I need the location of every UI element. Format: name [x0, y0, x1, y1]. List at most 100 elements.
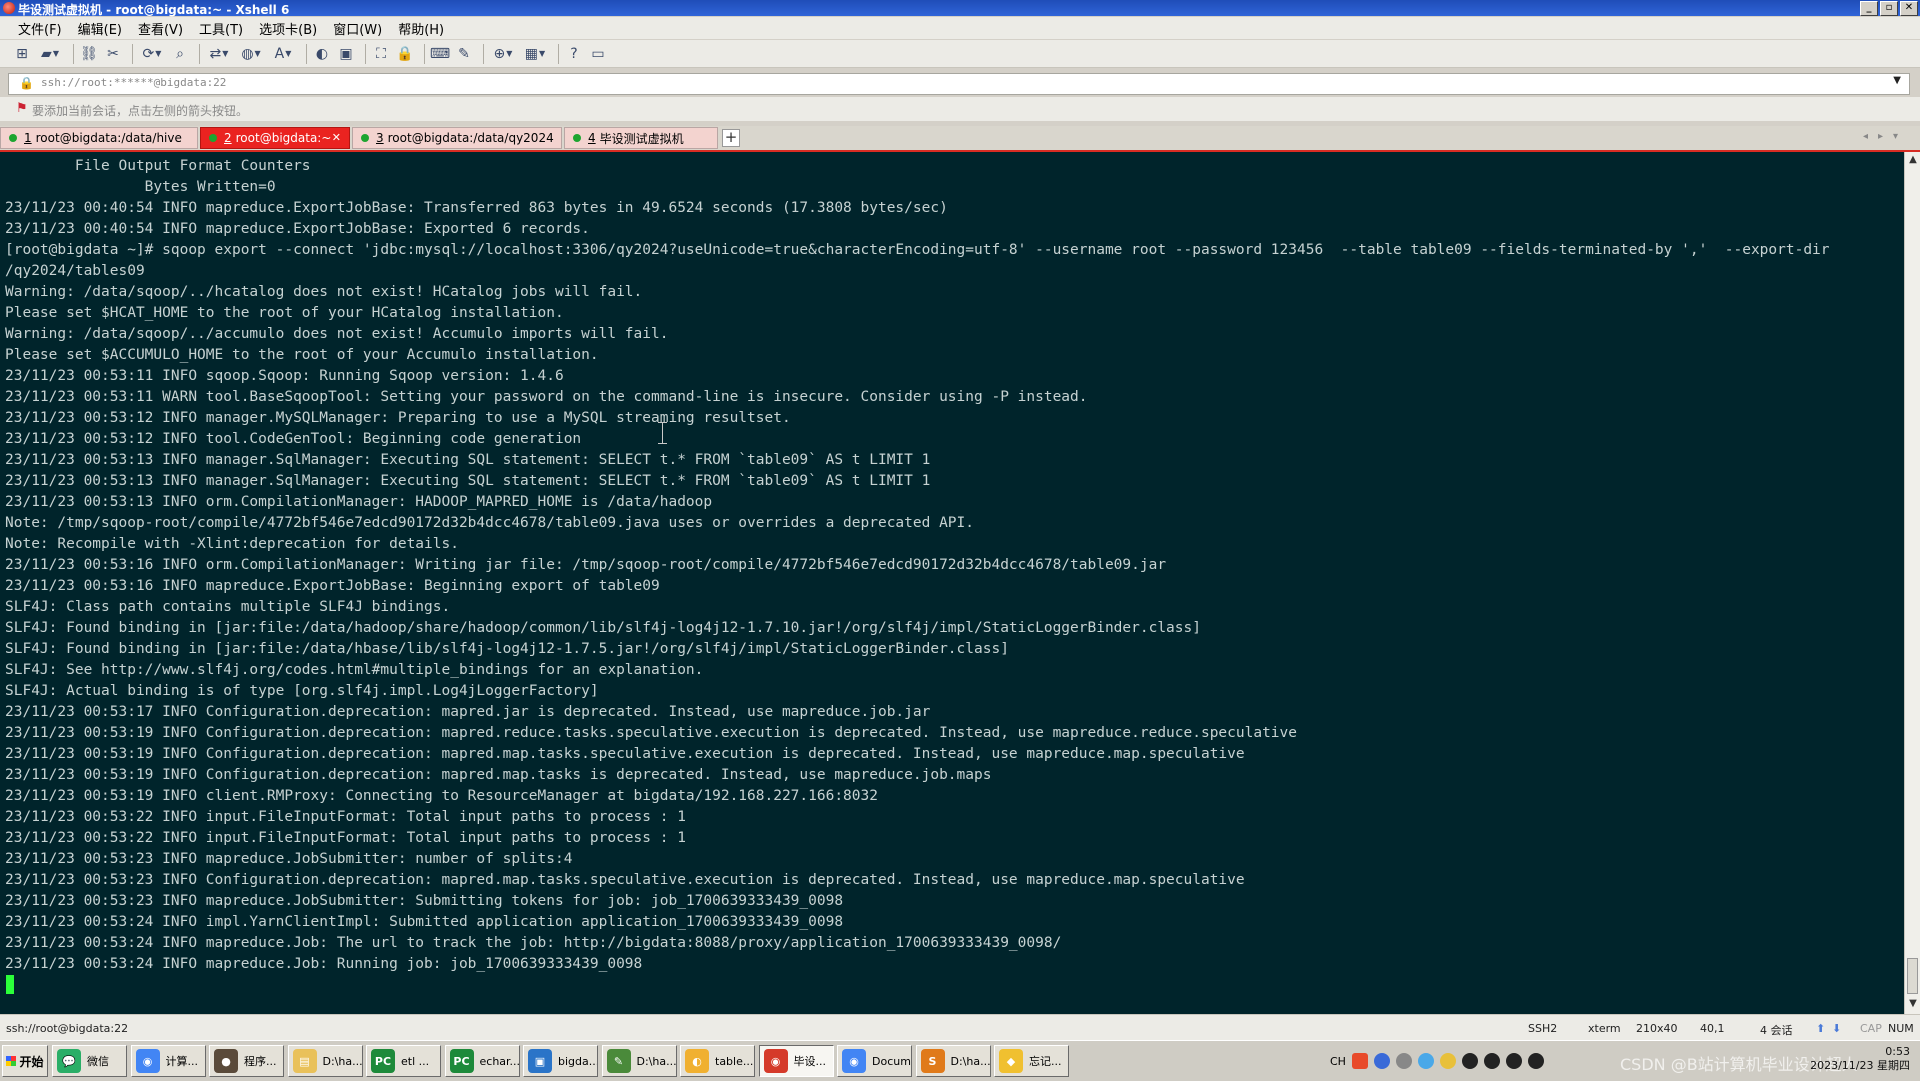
tab-session-1[interactable]: 1 root@bigdata:/data/hive	[0, 127, 198, 149]
taskbar-item[interactable]: ▤ D:\ha...	[287, 1045, 363, 1077]
tab-session-4[interactable]: 4 毕设测试虚拟机	[564, 127, 718, 149]
layout-icon[interactable]: ▦ ▼	[521, 44, 549, 64]
app-icon: PC	[449, 1049, 474, 1073]
transfer-icon[interactable]: ⇄ ▼	[205, 44, 233, 64]
address-text[interactable]: ssh://root:******@bigdata:22	[41, 76, 226, 89]
taskbar: 开始 💬 微信 ◉ 计算... ● 程序... ▤ D:\ha... PC etl ... PC ec…	[0, 1040, 1920, 1081]
taskbar-item[interactable]: ● 程序...	[209, 1045, 284, 1077]
taskbar-item[interactable]: ◆ 忘记...	[994, 1045, 1069, 1077]
new-session-icon[interactable]: ⊞	[12, 44, 32, 64]
lock-icon[interactable]: 🔒	[395, 44, 415, 64]
menu-help[interactable]: 帮助(H)	[390, 19, 452, 38]
qq-icon[interactable]	[1527, 1053, 1544, 1069]
find-icon[interactable]: ⌕	[170, 44, 190, 64]
close-button[interactable]: ✕	[1900, 1, 1918, 16]
qq-icon[interactable]	[1461, 1053, 1478, 1069]
taskbar-item[interactable]: ◉ Docum...	[837, 1045, 912, 1077]
font-icon[interactable]: A ▼	[269, 44, 297, 64]
menu-file[interactable]: 文件(F)	[10, 19, 70, 38]
qq-icon[interactable]	[1505, 1053, 1522, 1069]
status-term: xterm	[1588, 1022, 1621, 1035]
terminal-line: 23/11/23 00:53:24 INFO mapreduce.Job: Th…	[5, 935, 1062, 951]
terminal-line: 23/11/23 00:53:23 INFO mapreduce.JobSubm…	[5, 851, 573, 867]
terminal-line: File Output Format Counters	[5, 158, 320, 174]
minimize-button[interactable]: _	[1860, 1, 1878, 16]
scroll-up-icon[interactable]: ▲	[1907, 154, 1919, 166]
terminal-line: 23/11/23 00:53:13 INFO manager.SqlManage…	[5, 473, 931, 489]
lock-icon: 🔒	[19, 76, 34, 90]
cloud-icon[interactable]	[1417, 1053, 1434, 1069]
clock[interactable]: 0:53 2023/11/23 星期四	[1810, 1045, 1910, 1073]
menu-tab[interactable]: 选项卡(B)	[251, 19, 325, 38]
toolbar-divider	[199, 43, 200, 64]
connect-icon[interactable]: ⛓	[79, 44, 99, 64]
network-icon[interactable]	[1395, 1053, 1412, 1069]
terminal-line: 23/11/23 00:53:22 INFO input.FileInputFo…	[5, 830, 686, 846]
keyboard-icon[interactable]: ⌨	[430, 44, 450, 64]
app-icon: ◉	[135, 1049, 160, 1073]
terminal-cursor	[6, 975, 14, 994]
taskbar-item[interactable]: PC etl ...	[366, 1045, 441, 1077]
xftp-icon[interactable]: ◐	[312, 44, 332, 64]
shield-icon[interactable]	[1373, 1053, 1390, 1069]
terminal-line: 23/11/23 00:53:16 INFO mapreduce.ExportJ…	[5, 578, 660, 594]
add-tab-button[interactable]: +	[722, 129, 740, 147]
clock-time: 0:53	[1885, 1045, 1910, 1058]
globe-icon[interactable]: ◍ ▼	[237, 44, 265, 64]
bookmark-icon[interactable]: ⚑	[16, 101, 28, 116]
terminal-line: 23/11/23 00:53:11 INFO sqoop.Sqoop: Runn…	[5, 368, 564, 384]
disconnect-icon[interactable]: ✂	[103, 44, 123, 64]
window-controls: _ ▫ ✕	[1860, 1, 1918, 16]
start-label: 开始	[19, 1054, 44, 1069]
terminal-line: Warning: /data/sqoop/../hcatalog does no…	[5, 284, 643, 300]
open-folder-icon[interactable]: ▰ ▼	[36, 44, 64, 64]
menu-view[interactable]: 查看(V)	[130, 19, 191, 38]
app-icon: S	[920, 1049, 945, 1073]
taskbar-item[interactable]: PC echar...	[444, 1045, 520, 1077]
restore-button[interactable]: ▫	[1880, 1, 1898, 16]
new-tab-icon[interactable]: ⊕ ▼	[489, 44, 517, 64]
status-num: NUM	[1888, 1022, 1914, 1035]
terminal-line: [root@bigdata ~]# sqoop export --connect…	[5, 242, 1830, 258]
terminal-output[interactable]: File Output Format Counters Bytes Writte…	[0, 152, 1904, 1014]
taskbar-item[interactable]: ◉ 毕设...	[758, 1045, 834, 1077]
help-icon[interactable]: ?	[564, 44, 584, 64]
start-button[interactable]: 开始	[2, 1045, 48, 1077]
compose-icon[interactable]: ✎	[454, 44, 474, 64]
tab-session-2[interactable]: 2 root@bigdata:~ ✕	[200, 127, 350, 149]
input-language[interactable]: CH	[1330, 1055, 1346, 1068]
clock-date: 2023/11/23 星期四	[1810, 1059, 1910, 1072]
tab-number: 3	[376, 131, 384, 145]
arrow-up-icon[interactable]: ⬆	[1816, 1022, 1825, 1035]
menu-window[interactable]: 窗口(W)	[325, 19, 390, 38]
scroll-down-icon[interactable]: ▼	[1907, 998, 1919, 1010]
menu-tools[interactable]: 工具(T)	[191, 19, 251, 38]
tab-session-3[interactable]: 3 root@bigdata:/data/qy2024	[352, 127, 562, 149]
reconnect-icon[interactable]: ⟳ ▼	[138, 44, 166, 64]
taskbar-item[interactable]: 💬 微信	[52, 1045, 127, 1077]
chevron-down-icon[interactable]: ▼	[1893, 75, 1901, 86]
tab-scroll-arrows[interactable]: ◂▸▾	[1863, 131, 1908, 142]
arrow-down-icon[interactable]: ⬇	[1832, 1022, 1841, 1035]
status-protocol: SSH2	[1528, 1022, 1558, 1035]
vertical-scrollbar[interactable]: ▲ ▼	[1904, 152, 1920, 1014]
ime-icon[interactable]	[1351, 1053, 1368, 1069]
terminal-lines: File Output Format Counters Bytes Writte…	[5, 156, 1830, 975]
qq-icon[interactable]	[1483, 1053, 1500, 1069]
taskbar-item[interactable]: ▣ bigda...	[523, 1045, 598, 1077]
terminal-line: 23/11/23 00:53:23 INFO mapreduce.JobSubm…	[5, 893, 844, 909]
taskbar-item[interactable]: ◉ 计算...	[130, 1045, 206, 1077]
chat-icon[interactable]: ▭	[588, 44, 608, 64]
taskbar-item[interactable]: S D:\ha...	[915, 1045, 991, 1077]
close-icon[interactable]: ✕	[332, 131, 341, 144]
taskbar-item[interactable]: ◐ table...	[680, 1045, 755, 1077]
qq-icon[interactable]	[1439, 1053, 1456, 1069]
address-bar[interactable]: 🔒 ssh://root:******@bigdata:22 ▼	[8, 73, 1910, 95]
scrollbar-thumb[interactable]	[1907, 958, 1918, 994]
xmanager-icon[interactable]: ▣	[336, 44, 356, 64]
fullscreen-icon[interactable]: ⛶	[371, 44, 391, 64]
app-icon: ◆	[999, 1049, 1023, 1073]
terminal-line: 23/11/23 00:53:11 WARN tool.BaseSqoopToo…	[5, 389, 1088, 405]
menu-edit[interactable]: 编辑(E)	[70, 19, 130, 38]
taskbar-item[interactable]: ✎ D:\ha...	[601, 1045, 677, 1077]
